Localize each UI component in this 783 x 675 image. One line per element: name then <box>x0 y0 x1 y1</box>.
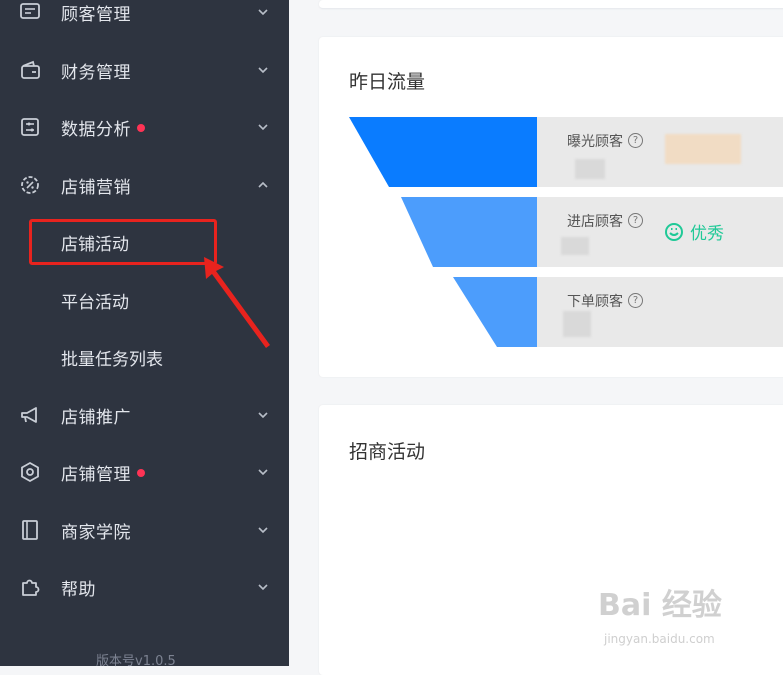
menu-item-marketing[interactable]: 店铺营销 <box>0 156 289 214</box>
smile-icon <box>665 222 683 241</box>
menu-item-customer[interactable]: 顾客管理 <box>0 0 289 41</box>
funnel-stage-exposure <box>349 117 537 187</box>
menu-item-store-management[interactable]: 店铺管理 <box>0 443 289 501</box>
chevron-down-icon <box>257 6 269 18</box>
chevron-down-icon <box>257 581 269 593</box>
highlight-box <box>29 219 217 265</box>
version-label: 版本号v1.0.5 <box>96 654 176 669</box>
menu-item-finance[interactable]: 财务管理 <box>0 41 289 99</box>
analytics-icon <box>18 115 42 139</box>
settings-icon <box>18 460 42 484</box>
funnel-chart <box>349 117 537 347</box>
card-title: 昨日流量 <box>349 71 426 93</box>
menu-label: 顾客管理 <box>61 4 131 25</box>
puzzle-icon <box>18 575 42 599</box>
menu-item-academy[interactable]: 商家学院 <box>0 501 289 559</box>
row-label: 曝光顾客? <box>567 131 643 151</box>
menu-label: 店铺管理 <box>61 460 145 485</box>
blurred-value <box>561 237 589 255</box>
menu-label: 店铺营销 <box>61 177 131 198</box>
status-badge: 优秀 <box>664 219 724 244</box>
menu-label: 财务管理 <box>61 62 131 83</box>
funnel-stage-order <box>453 277 537 347</box>
chevron-down-icon <box>257 121 269 133</box>
sub-item-batch-tasks[interactable]: 批量任务列表 <box>0 328 289 386</box>
message-icon <box>18 0 42 24</box>
menu-item-analytics[interactable]: 数据分析 <box>0 98 289 156</box>
watermark-sub: jingyan.baidu.com <box>604 632 715 646</box>
wallet-icon <box>18 58 42 82</box>
chevron-down-icon <box>257 409 269 421</box>
menu-label: 商家学院 <box>61 522 131 543</box>
sub-item-platform-activity[interactable]: 平台活动 <box>0 271 289 329</box>
megaphone-icon <box>18 403 42 427</box>
watermark: Bai 经验 <box>598 588 722 623</box>
help-icon[interactable]: ? <box>628 132 643 148</box>
chevron-down-icon <box>257 64 269 76</box>
chevron-down-icon <box>257 524 269 536</box>
funnel-stage-visit <box>401 197 537 267</box>
menu-label: 店铺推广 <box>61 407 131 428</box>
notification-dot <box>137 123 145 132</box>
help-icon[interactable]: ? <box>628 292 643 308</box>
sidebar: 顾客管理 财务管理 数据分析 店铺营销 店铺活动 平台活动 批量任务列表 店铺推… <box>0 0 289 669</box>
menu-item-promotion[interactable]: 店铺推广 <box>0 386 289 444</box>
card-title: 招商活动 <box>349 441 426 463</box>
sub-item-label: 平台活动 <box>61 292 129 313</box>
funnel-row-visit: 进店顾客? 优秀 <box>537 197 783 267</box>
notification-dot <box>137 468 145 477</box>
traffic-card: 昨日流量 曝光顾客? 进店顾客? 优秀 下单顾客? <box>319 37 783 377</box>
blurred-value <box>575 159 605 179</box>
chevron-up-icon <box>257 179 269 191</box>
top-card <box>319 0 783 9</box>
book-icon <box>18 518 42 542</box>
sub-item-label: 批量任务列表 <box>61 349 163 370</box>
funnel-row-exposure: 曝光顾客? <box>537 117 783 187</box>
row-label: 进店顾客? <box>567 211 643 231</box>
blurred-value <box>665 134 741 164</box>
discount-icon <box>18 173 42 197</box>
chevron-down-icon <box>257 466 269 478</box>
menu-label: 数据分析 <box>61 115 145 140</box>
row-label: 下单顾客? <box>567 291 643 311</box>
funnel-row-order: 下单顾客? <box>537 277 783 347</box>
menu-item-help[interactable]: 帮助 <box>0 558 289 616</box>
help-icon[interactable]: ? <box>628 212 643 228</box>
menu-label: 帮助 <box>61 579 96 600</box>
blurred-value <box>563 311 591 337</box>
